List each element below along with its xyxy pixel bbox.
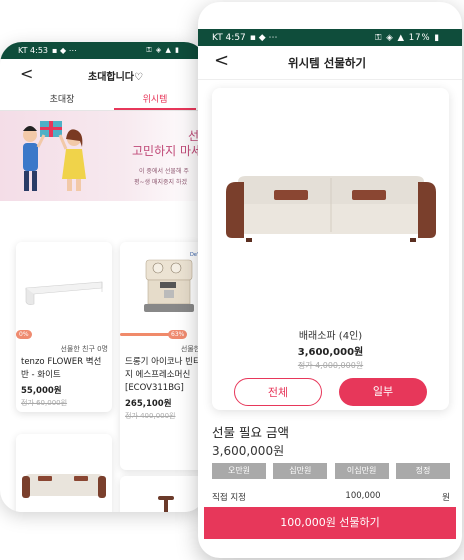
espresso-machine-image: De' bbox=[120, 242, 206, 338]
required-amount-value: 3,600,000원 bbox=[212, 444, 285, 458]
gift-partial-button[interactable]: 일부 bbox=[339, 378, 427, 406]
gift-all-button[interactable]: 전체 bbox=[234, 378, 322, 406]
gift-wishlist-screen: KT 4:57 ▪ ◆ ⋯ ⚿ ◈ ▲ 17% ▮ < 위시템 선물하기 배래소… bbox=[198, 2, 462, 558]
tab-wishlist[interactable]: 위시템 bbox=[114, 91, 196, 110]
tab-bar: 초대장 위시템 bbox=[0, 91, 206, 111]
direct-amount-label: 직접 지정 bbox=[212, 493, 246, 503]
direct-amount-row: 직접 지정 100,000 원 bbox=[212, 491, 450, 505]
gift-couple-illustration bbox=[23, 121, 86, 191]
status-carrier-time: KT 4:53 bbox=[18, 46, 49, 55]
product-name-line: 드롱기 아이코나 빈티 bbox=[125, 357, 201, 367]
amount-chip-100000[interactable]: 십만원 bbox=[273, 463, 328, 479]
amount-chip-200000[interactable]: 이십만원 bbox=[334, 463, 389, 479]
send-gift-button[interactable]: 100,000원 선물하기 bbox=[204, 507, 456, 539]
gift-progress-label: 63% bbox=[168, 330, 188, 339]
screenshot-stage: KT 4:53 ▪ ◆ ⋯ ⚿ ◈ ▲ ▮ < 초대합니다♡ 초대장 위시템 선… bbox=[0, 0, 464, 560]
page-title: 위시템 선물하기 bbox=[288, 56, 367, 70]
wishlist-banner: 선 고민하지 마세 이 중에서 선물해 주 평~생 매지중지 하겠 bbox=[0, 111, 206, 201]
direct-amount-input[interactable]: 100,000 bbox=[327, 491, 399, 501]
status-bar: KT 4:57 ▪ ◆ ⋯ ⚿ ◈ ▲ 17% ▮ bbox=[198, 29, 462, 46]
product-price: 3,600,000원 bbox=[297, 347, 364, 358]
tab-invitation[interactable]: 초대장 bbox=[10, 91, 114, 110]
back-arrow-icon[interactable]: < bbox=[20, 64, 33, 83]
wish-product-card[interactable] bbox=[120, 476, 206, 512]
banner-line-4: 평~생 매지중지 하겠 bbox=[134, 179, 188, 186]
sofa-product-image bbox=[226, 176, 436, 242]
page-title: 초대합니다♡ bbox=[88, 71, 143, 83]
amount-chip-50000[interactable]: 오만원 bbox=[212, 463, 266, 479]
product-name: 배래소파 (4인) bbox=[298, 331, 363, 342]
status-battery: ⚿ ◈ ▲ 17% ▮ bbox=[375, 32, 440, 43]
required-amount-label: 선물 필요 금액 bbox=[212, 425, 289, 440]
amount-chip-reset[interactable]: 정정 bbox=[395, 463, 450, 479]
battery-percent: 17% bbox=[408, 32, 431, 43]
product-name-line: 반 - 화이트 bbox=[21, 370, 61, 380]
product-original-price: 정가 4,000,000원 bbox=[297, 361, 364, 370]
back-arrow-icon[interactable]: < bbox=[214, 50, 229, 71]
product-name-line: tenzo FLOWER 벽선 bbox=[21, 357, 102, 367]
status-signal-icons: ⚿ ◈ ▲ bbox=[375, 32, 409, 43]
banner-line-2: 고민하지 마세 bbox=[132, 144, 203, 158]
direct-amount-unit: 원 bbox=[442, 493, 450, 503]
wish-product-card[interactable]: De' 63% 선물한 친구 2 드롱기 아이코나 빈티 지 에스프레소머신 [… bbox=[120, 242, 206, 470]
invitation-screen: KT 4:53 ▪ ◆ ⋯ ⚿ ◈ ▲ ▮ < 초대합니다♡ 초대장 위시템 선… bbox=[0, 42, 206, 512]
gift-count: 선물한 친구 0명 bbox=[60, 345, 108, 353]
shelf-product-image bbox=[16, 242, 112, 338]
banner-line-3: 이 중에서 선물해 주 bbox=[139, 168, 189, 175]
top-nav: < 초대합니다♡ bbox=[0, 59, 206, 91]
gift-progress-label: 0% bbox=[16, 330, 32, 339]
wish-product-card[interactable]: 0% 선물한 친구 0명 tenzo FLOWER 벽선 반 - 화이트 55,… bbox=[16, 242, 112, 412]
status-bar: KT 4:53 ▪ ◆ ⋯ ⚿ ◈ ▲ ▮ bbox=[0, 42, 206, 59]
status-carrier-time: KT 4:57 bbox=[212, 32, 246, 43]
product-price: 265,100원 bbox=[125, 399, 172, 409]
wish-product-card[interactable] bbox=[16, 434, 112, 512]
product-name-line: [ECOV311BG] bbox=[125, 383, 184, 393]
status-notification-icons: ▪ ◆ ⋯ bbox=[52, 46, 77, 55]
product-card: 배래소파 (4인) 3,600,000원 정가 4,000,000원 bbox=[212, 88, 449, 410]
product-name-line: 지 에스프레소머신 bbox=[125, 370, 191, 380]
lamp-product-image bbox=[120, 476, 206, 512]
product-price: 55,000원 bbox=[21, 386, 62, 396]
amount-chip-row: 오만원 십만원 이십만원 정정 bbox=[212, 463, 450, 479]
product-original-price: 정가 400,000원 bbox=[125, 412, 176, 420]
top-nav: < 위시템 선물하기 bbox=[198, 46, 462, 80]
status-notification-icons: ▪ ◆ ⋯ bbox=[249, 32, 278, 43]
product-name: tenzo FLOWER 벽선 반 - 화이트 bbox=[21, 356, 101, 382]
product-original-price: 정가 60,000원 bbox=[21, 399, 68, 407]
sofa-product-image bbox=[16, 434, 112, 512]
product-name: 드롱기 아이코나 빈티 지 에스프레소머신 [ECOV311BG] bbox=[125, 356, 201, 395]
